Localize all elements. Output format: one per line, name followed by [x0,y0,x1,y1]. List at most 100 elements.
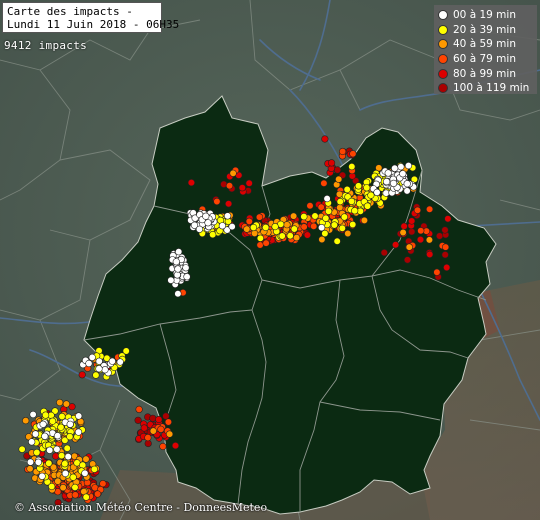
lightning-strike [166,430,174,438]
lightning-strike [174,265,182,273]
lightning-strike [39,420,47,428]
legend-dot-icon [438,24,448,35]
lightning-strike [349,150,357,158]
lightning-strike [48,482,56,491]
lightning-strike [338,224,346,232]
lightning-strike [322,214,330,222]
lightning-strike [171,442,180,450]
lightning-strike [53,445,61,453]
lightning-strike [41,432,49,440]
lightning-strike [61,469,70,478]
lightning-strike [29,410,37,419]
lightning-strike [172,258,180,266]
lightning-strike [382,189,390,197]
lightning-strike [249,223,258,232]
lightning-strike [306,202,314,210]
lightning-strike [164,418,172,426]
legend-item: 20 à 39 min [438,23,533,38]
lightning-strike [408,228,416,236]
lightning-strike [354,182,363,190]
lightning-strike [22,417,30,425]
lightning-strike [363,184,371,192]
lightning-strike [144,434,152,442]
lightning-strike [360,216,369,224]
lightning-strike [71,483,79,492]
lightning-strike [318,235,326,244]
lightning-strike [135,405,143,414]
lightning-strike [95,365,103,373]
lightning-strike [225,200,233,208]
legend-item: 100 à 119 min [438,81,533,96]
lightning-strike [340,213,349,221]
legend-item: 00 à 19 min [438,8,533,23]
lightning-strike [202,212,210,220]
legend-item: 60 à 79 min [438,52,533,67]
lightning-strike [321,229,329,238]
legend-dot-icon [438,54,448,65]
lightning-strike [225,182,234,190]
lightning-strike [417,227,425,235]
lightning-strike [286,232,294,240]
impact-count: 9412 impacts [4,39,88,52]
legend-dot-icon [438,68,448,79]
lightning-strike [351,207,359,215]
legend-label: 100 à 119 min [453,82,530,95]
lightning-strike [140,424,148,432]
lightning-strike [213,197,221,206]
lightning-strike [363,202,372,210]
map-view: Carte des impacts - Lundi 11 Juin 2018 -… [0,0,540,520]
lightning-strike [404,162,413,170]
lightning-strike [349,220,357,229]
lightning-strike [441,251,449,259]
lightning-strike [330,221,339,229]
legend-label: 40 à 59 min [453,38,516,51]
lightning-strike [174,290,182,298]
lightning-strike [425,236,434,244]
lightning-strike [262,239,270,247]
lightning-strike [33,448,41,457]
lightning-strike [433,268,441,276]
lightning-strike [399,228,407,237]
lightning-strike [436,232,444,240]
lightning-strike [408,217,416,225]
lightning-strike [53,432,62,440]
lightning-strike [311,212,319,220]
lightning-strike [157,425,165,433]
lightning-strike [74,428,83,436]
lightning-strike [333,237,341,245]
lightning-strike [335,175,343,183]
lightning-strike [75,412,83,420]
legend-label: 60 à 79 min [453,53,516,66]
lightning-strike [229,169,237,177]
lightning-strike [320,179,328,187]
lightning-strike [57,452,66,460]
lightning-strike [441,226,449,234]
lightning-strike [56,398,64,407]
lightning-strike [78,371,86,379]
lightning-strike [66,420,74,428]
lightning-strike [367,191,375,199]
lightning-strike [92,371,100,379]
map-title: Carte des impacts - [7,5,133,18]
lightning-strike [245,179,253,187]
lightning-strike [390,179,398,187]
lightning-strike [300,213,308,221]
lightning-strike [182,264,190,272]
lightning-strike [310,222,318,230]
lightning-strike [59,484,67,492]
lightning-strike [144,439,152,448]
lightning-strike [79,461,87,469]
lightning-strike [317,203,325,211]
legend-label: 20 à 39 min [453,23,516,36]
lightning-strike [82,493,90,501]
lightning-strike [41,411,50,419]
lightning-strike [228,223,236,231]
lightning-strike [149,427,157,435]
lightning-strike [243,225,251,233]
lightning-strike [426,205,434,213]
lightning-strike [48,417,57,425]
lightning-strike [290,212,298,220]
lightning-strike [336,198,344,206]
lightning-strike [71,491,79,499]
lightning-strike [101,366,109,374]
